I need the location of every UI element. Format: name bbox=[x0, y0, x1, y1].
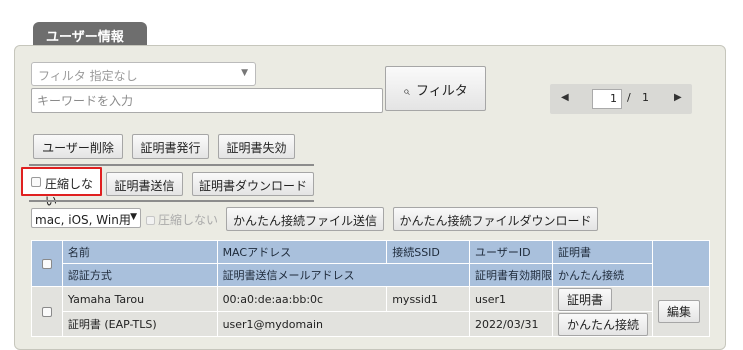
col-cert: 証明書 bbox=[552, 240, 654, 264]
col-email: 証明書送信メールアドレス bbox=[216, 263, 471, 287]
download-cert-button[interactable]: 証明書ダウンロード bbox=[192, 172, 314, 196]
cell-name: Yamaha Tarou bbox=[61, 286, 218, 312]
divider bbox=[29, 164, 314, 166]
cert-button[interactable]: 証明書 bbox=[558, 287, 613, 311]
keyword-input[interactable] bbox=[31, 88, 383, 113]
col-user-id: ユーザーID bbox=[469, 240, 554, 264]
divider bbox=[29, 200, 314, 202]
cell-auth: 証明書 (EAP-TLS) bbox=[61, 311, 218, 337]
page-number-input[interactable]: 1 bbox=[592, 89, 622, 109]
user-table: 名前 MACアドレス 接続SSID ユーザーID 証明書 認証方式 証明書送信メ… bbox=[31, 240, 710, 337]
search-icon: ⌕ bbox=[403, 84, 410, 98]
easy-connect-button[interactable]: かんたん接続 bbox=[558, 312, 649, 336]
col-name: 名前 bbox=[61, 240, 218, 264]
page-title: ユーザー情報 bbox=[33, 22, 147, 46]
pager: ◀ 1 / 1 ▶ bbox=[550, 84, 692, 114]
compress-checkbox-disabled bbox=[146, 216, 155, 225]
compress-checkbox[interactable] bbox=[31, 177, 41, 187]
issue-cert-button[interactable]: 証明書発行 bbox=[132, 134, 209, 159]
compress-label-disabled: 圧縮しない bbox=[158, 213, 219, 227]
cell-easy: かんたん接続 bbox=[552, 311, 654, 337]
delete-user-button[interactable]: ユーザー削除 bbox=[33, 134, 123, 159]
download-easy-file-button[interactable]: かんたん接続ファイルダウンロード bbox=[393, 207, 598, 231]
page-separator: / bbox=[627, 91, 631, 104]
table-header-row: 名前 MACアドレス 接続SSID ユーザーID 証明書 bbox=[31, 240, 710, 287]
col-ssid: 接続SSID bbox=[386, 240, 471, 264]
cell-cert: 証明書 bbox=[552, 286, 654, 312]
send-easy-file-button[interactable]: かんたん接続ファイル送信 bbox=[226, 207, 384, 231]
edit-button[interactable]: 編集 bbox=[658, 300, 701, 323]
col-mac: MACアドレス bbox=[216, 240, 388, 264]
cell-actions: 編集 bbox=[652, 286, 710, 337]
chevron-down-icon: ▼ bbox=[130, 212, 137, 222]
row-checkbox[interactable] bbox=[41, 307, 52, 317]
table-row: 証明書 (EAP-TLS) user1@mydomain 2022/03/31 … bbox=[32, 311, 710, 337]
compress-option[interactable]: 圧縮しない bbox=[21, 167, 102, 208]
cell-mac: 00:a0:de:aa:bb:0c bbox=[216, 286, 388, 312]
filter-button-label: フィルタ bbox=[415, 84, 468, 99]
revoke-cert-button[interactable]: 証明書失効 bbox=[218, 134, 295, 159]
compress-label: 圧縮しない bbox=[45, 177, 94, 208]
col-expiry: 証明書有効期限 bbox=[469, 263, 554, 287]
filter-button[interactable]: ⌕ フィルタ bbox=[385, 66, 486, 111]
col-easy: かんたん接続 bbox=[552, 263, 654, 287]
cell-email: user1@mydomain bbox=[216, 311, 471, 337]
row-select-cell bbox=[31, 286, 63, 337]
total-pages: 1 bbox=[642, 91, 649, 104]
cell-expiry: 2022/03/31 bbox=[469, 311, 554, 337]
select-all-cell bbox=[31, 240, 63, 287]
next-page-icon[interactable]: ▶ bbox=[674, 92, 682, 103]
select-all-checkbox[interactable] bbox=[41, 259, 52, 269]
cell-ssid: myssid1 bbox=[386, 286, 471, 312]
table-row: Yamaha Tarou 00:a0:de:aa:bb:0c myssid1 u… bbox=[31, 286, 710, 337]
filter-select-value: フィルタ 指定なし bbox=[38, 69, 138, 83]
prev-page-icon[interactable]: ◀ bbox=[561, 92, 569, 103]
os-select-value: mac, iOS, Win用 bbox=[35, 213, 131, 227]
os-select[interactable]: mac, iOS, Win用 ▼ bbox=[31, 208, 141, 228]
col-actions bbox=[652, 240, 710, 287]
compress-option-disabled: 圧縮しない bbox=[146, 211, 218, 228]
chevron-down-icon: ▼ bbox=[241, 68, 248, 78]
col-auth: 認証方式 bbox=[61, 263, 218, 287]
cell-user-id: user1 bbox=[469, 286, 554, 312]
table-header-row: 認証方式 証明書送信メールアドレス 証明書有効期限 かんたん接続 bbox=[32, 263, 710, 287]
filter-select[interactable]: フィルタ 指定なし ▼ bbox=[31, 62, 256, 86]
send-cert-button[interactable]: 証明書送信 bbox=[106, 172, 183, 196]
